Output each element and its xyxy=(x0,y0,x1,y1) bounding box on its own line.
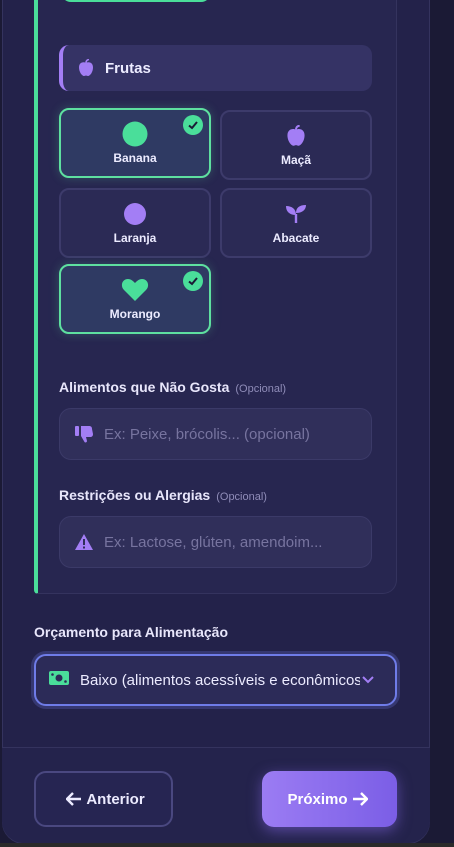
page: Frutas Banana Maçã Laranja Abacate Moran… xyxy=(0,0,454,847)
fruits-group-title: Frutas xyxy=(105,59,151,77)
fruits-group-header: Frutas xyxy=(59,45,372,91)
next-button[interactable]: Próximo xyxy=(262,771,397,827)
fruit-option-abacate[interactable]: Abacate xyxy=(220,188,372,258)
dislikes-label: Alimentos que Não Gosta (Opcional) xyxy=(59,379,286,395)
dislikes-input[interactable]: Ex: Peixe, brócolis... (opcional) xyxy=(59,408,372,460)
previous-option-tile[interactable] xyxy=(61,0,211,2)
sprout-icon xyxy=(285,201,307,227)
budget-label: Orçamento para Alimentação xyxy=(34,624,228,640)
check-icon xyxy=(183,271,203,291)
fruit-option-laranja[interactable]: Laranja xyxy=(59,188,211,258)
fruit-option-label: Banana xyxy=(113,151,157,165)
restrictions-label: Restrições ou Alergias (Opcional) xyxy=(59,487,267,503)
fruit-option-banana[interactable]: Banana xyxy=(59,108,211,178)
budget-select-value: Baixo (alimentos acessíveis e econômicos… xyxy=(80,671,360,689)
dislikes-label-text: Alimentos que Não Gosta xyxy=(59,379,230,395)
circle-icon xyxy=(123,201,147,227)
restrictions-input[interactable]: Ex: Lactose, glúten, amendoim... xyxy=(59,516,372,568)
restrictions-placeholder: Ex: Lactose, glúten, amendoim... xyxy=(104,533,323,551)
previous-button[interactable]: Anterior xyxy=(34,771,173,827)
chevron-down-icon xyxy=(361,672,375,690)
fruit-option-maca[interactable]: Maçã xyxy=(220,110,372,180)
optional-tag: (Opcional) xyxy=(235,383,287,395)
circle-icon xyxy=(122,121,148,147)
apple-icon xyxy=(286,123,306,149)
fruit-option-label: Abacate xyxy=(272,231,320,245)
check-icon xyxy=(183,115,203,135)
optional-tag: (Opcional) xyxy=(216,491,267,503)
apple-icon xyxy=(77,59,95,77)
warning-icon xyxy=(74,532,94,552)
fruit-option-morango[interactable]: Morango xyxy=(59,264,211,334)
heart-icon xyxy=(121,277,149,303)
budget-select[interactable]: Baixo (alimentos acessíveis e econômicos… xyxy=(34,654,397,706)
arrow-right-icon xyxy=(352,792,368,806)
fruit-option-label: Laranja xyxy=(113,231,157,245)
fruit-option-label: Morango xyxy=(109,307,161,321)
money-icon xyxy=(48,670,70,691)
taskbar-edge xyxy=(0,843,454,847)
restrictions-label-text: Restrições ou Alergias xyxy=(59,487,211,503)
thumbs-down-icon xyxy=(74,424,94,444)
arrow-left-icon xyxy=(66,792,82,806)
fruit-option-label: Maçã xyxy=(280,153,312,167)
previous-button-label: Anterior xyxy=(86,790,145,808)
dislikes-placeholder: Ex: Peixe, brócolis... (opcional) xyxy=(104,425,310,443)
next-button-label: Próximo xyxy=(287,790,348,808)
